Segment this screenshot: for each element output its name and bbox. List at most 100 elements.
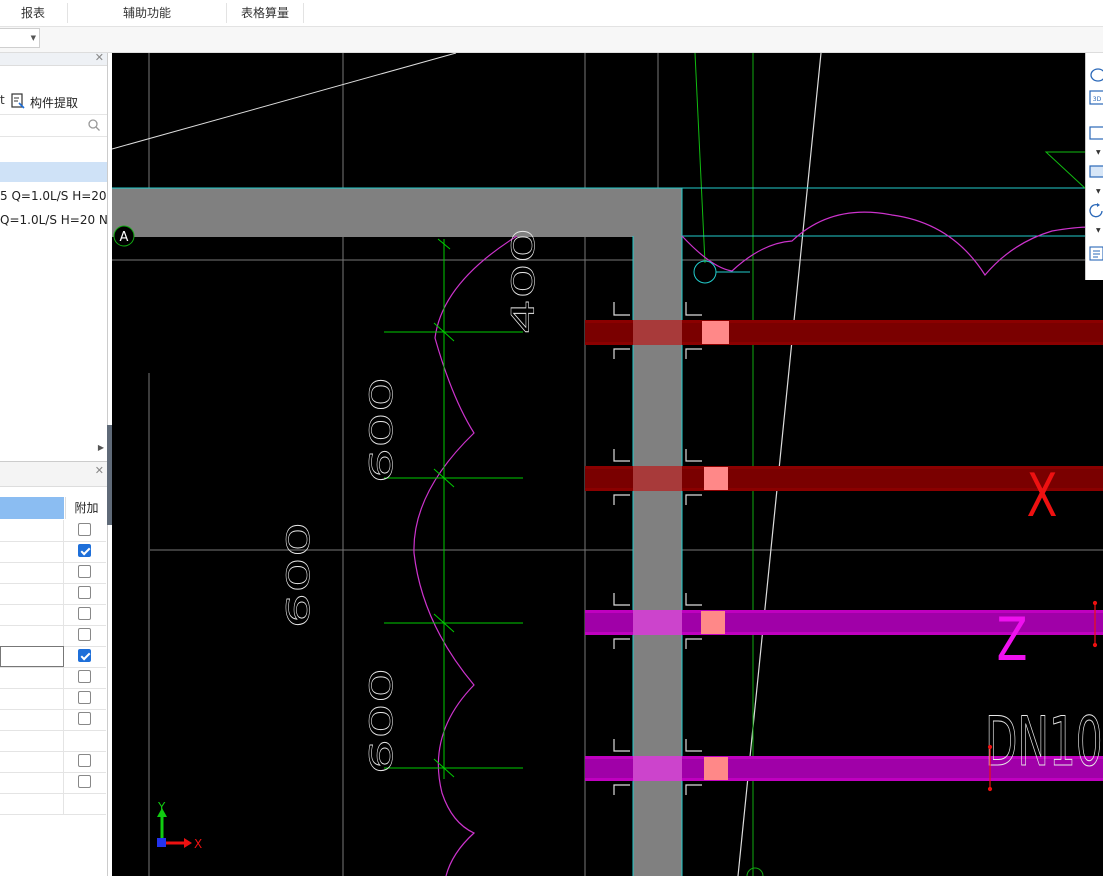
property-row[interactable]: [0, 772, 106, 794]
dimension-text: 400: [506, 228, 542, 335]
extra-checkbox[interactable]: [78, 649, 91, 662]
section-marker: [1044, 151, 1088, 192]
property-row[interactable]: [0, 709, 106, 731]
box-view-icon[interactable]: [1089, 125, 1103, 141]
left-panel: ✕ t 构件提取 5 Q=1.0L/S H=20 Q=1.0L/S H=20 N…: [0, 51, 108, 877]
secondary-toolbar: [0, 27, 1103, 53]
property-name-cell: [0, 667, 64, 688]
property-name-cell: [0, 793, 64, 814]
diagonal-line: [112, 53, 457, 150]
property-name-cell: [0, 604, 64, 625]
pipe-x-2[interactable]: [585, 466, 1103, 491]
diagonal-line: [737, 53, 822, 876]
layer-list-icon[interactable]: [1089, 245, 1103, 261]
property-name-cell: [0, 562, 64, 583]
property-name-cell: [0, 751, 64, 772]
dimension-text: 600: [364, 377, 400, 484]
property-name-cell: [0, 625, 64, 646]
floor-combo[interactable]: ▼: [0, 28, 40, 48]
extra-checkbox[interactable]: [78, 523, 91, 536]
menu-auxiliary[interactable]: 辅助功能: [68, 0, 226, 26]
close-icon[interactable]: ✕: [95, 464, 104, 477]
property-value-input[interactable]: [0, 646, 64, 667]
menu-bar: 报表 辅助功能 表格算量: [0, 0, 1103, 27]
property-name-cell: [0, 730, 64, 751]
dimension-text: 600: [364, 668, 400, 775]
property-row[interactable]: [0, 625, 106, 647]
view-3d-label: 3D: [1093, 96, 1102, 103]
extra-checkbox[interactable]: [78, 607, 91, 620]
grid-line-green: [694, 53, 706, 264]
dimension-text: 600: [281, 522, 317, 629]
view-toolbar: 3D ▼ ▼ ▼: [1085, 53, 1103, 280]
extra-column-header: 附加: [65, 497, 107, 519]
tree-item[interactable]: 5 Q=1.0L/S H=20: [0, 186, 107, 206]
property-name-cell: [0, 772, 64, 793]
ucs-x-label: X: [194, 837, 202, 851]
search-input[interactable]: [0, 114, 107, 137]
view-3d-icon[interactable]: 3D: [1089, 89, 1103, 105]
property-panel: ✕ 附加: [0, 461, 107, 877]
extract-component-button[interactable]: 构件提取: [30, 94, 78, 111]
tree-item-selected[interactable]: [0, 162, 107, 182]
expand-arrow-icon[interactable]: ▼: [1096, 149, 1101, 156]
top-view-icon[interactable]: [1089, 163, 1103, 179]
search-icon[interactable]: [87, 118, 101, 132]
close-icon[interactable]: ✕: [95, 51, 104, 64]
property-row[interactable]: [0, 667, 106, 689]
property-row[interactable]: [0, 793, 106, 815]
pipe-riser-symbol: [693, 260, 717, 284]
extra-checkbox[interactable]: [78, 775, 91, 788]
menu-report[interactable]: 报表: [0, 0, 66, 26]
component-list-panel: ✕ t 构件提取 5 Q=1.0L/S H=20 Q=1.0L/S H=20 N…: [0, 51, 107, 461]
extra-checkbox[interactable]: [78, 544, 91, 557]
property-name-cell: [0, 541, 64, 562]
extra-checkbox[interactable]: [78, 565, 91, 578]
property-row[interactable]: [0, 541, 106, 563]
panel-toolbar: t 构件提取: [0, 89, 107, 115]
menu-separator: [303, 3, 304, 23]
panel-titlebar: ✕: [0, 462, 107, 487]
drawing-canvas[interactable]: A 400 600 600 600 X Z DN10 Y X: [112, 53, 1103, 876]
property-row[interactable]: [0, 646, 106, 668]
property-row[interactable]: [0, 751, 106, 773]
property-row[interactable]: [0, 520, 106, 542]
property-row[interactable]: [0, 688, 106, 710]
property-row[interactable]: [0, 604, 106, 626]
property-table-header: 附加: [0, 497, 107, 519]
menu-table-quantity[interactable]: 表格算量: [227, 0, 303, 26]
expand-arrow-icon[interactable]: ▼: [1096, 188, 1101, 195]
property-name-header: [0, 497, 64, 519]
property-name-cell: [0, 583, 64, 604]
panel-titlebar: ✕: [0, 51, 107, 66]
expand-arrow-icon[interactable]: ▼: [1096, 227, 1101, 234]
property-name-cell: [0, 688, 64, 709]
reference-lines: [112, 53, 1103, 876]
pipe-spec-text: DN10: [985, 702, 1103, 781]
pipe-x-1[interactable]: [585, 320, 1103, 345]
dimension-lines: [384, 238, 523, 779]
extra-checkbox[interactable]: [78, 712, 91, 725]
pipe-label-x: X: [1027, 461, 1058, 531]
extra-checkbox[interactable]: [78, 670, 91, 683]
refresh-view-icon[interactable]: [1089, 203, 1103, 219]
tool-label-fragment[interactable]: t: [0, 93, 5, 107]
component-extract-icon[interactable]: [11, 93, 25, 109]
extra-checkbox[interactable]: [78, 628, 91, 641]
cad-drawing[interactable]: A 400 600 600 600 X Z DN10 Y X: [112, 53, 1103, 876]
property-name-cell: [0, 709, 64, 730]
extra-checkbox[interactable]: [78, 754, 91, 767]
extra-checkbox[interactable]: [78, 691, 91, 704]
rotate-view-icon[interactable]: [1089, 66, 1103, 82]
property-row[interactable]: [0, 730, 106, 752]
property-row[interactable]: [0, 583, 106, 605]
ucs-y-label: Y: [157, 800, 166, 814]
grid-axis-label: A: [120, 230, 129, 245]
dropdown-arrow-icon: ▼: [30, 34, 36, 42]
ucs-icon: Y X: [157, 800, 202, 851]
scroll-right-icon[interactable]: ▶: [98, 443, 104, 452]
property-row[interactable]: [0, 562, 106, 584]
tree-item[interactable]: Q=1.0L/S H=20 N=: [0, 210, 107, 230]
extra-checkbox[interactable]: [78, 586, 91, 599]
dimension-texts: 400 600 600 600: [280, 227, 542, 775]
